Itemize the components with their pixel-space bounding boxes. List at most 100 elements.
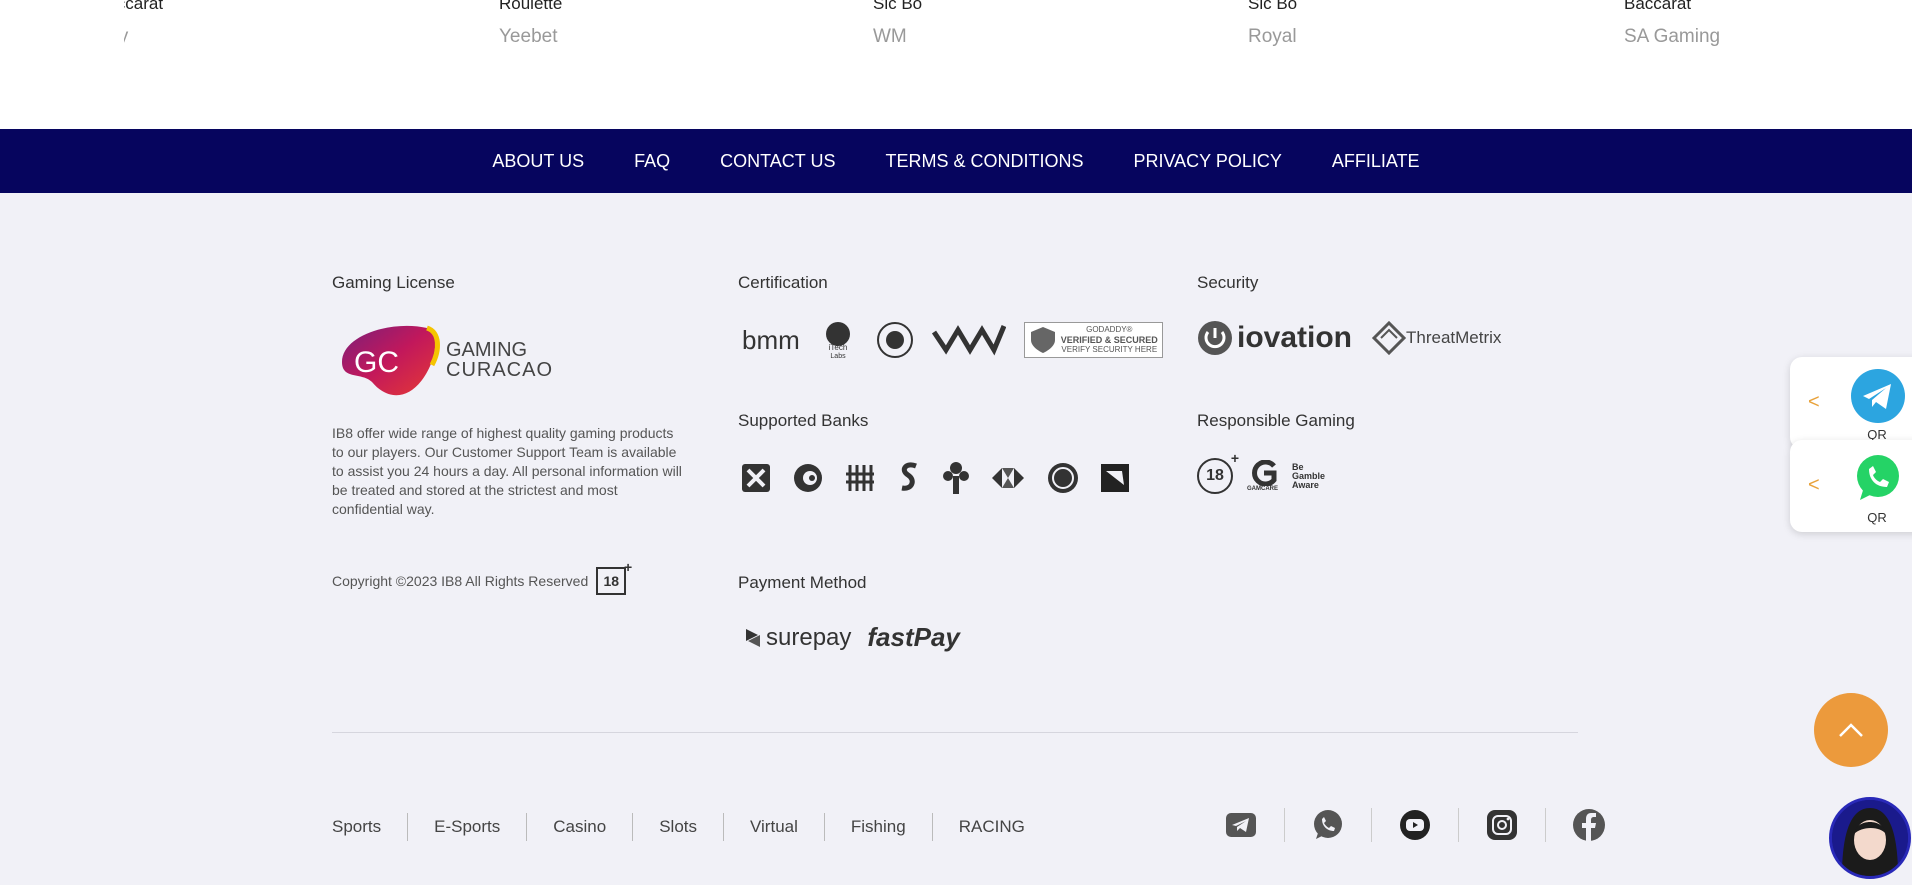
threatmetrix-logo[interactable]: ThreatMetrix [1372,321,1501,355]
nav-terms[interactable]: TERMS & CONDITIONS [885,151,1083,172]
product-esports[interactable]: E-Sports [407,813,526,841]
nav-contact-us[interactable]: CONTACT US [720,151,835,172]
qr-label: QR [1867,510,1887,525]
facebook-link[interactable] [1545,808,1632,842]
whatsapp-qr-tab[interactable]: < QR [1790,440,1912,532]
itech-labs-icon[interactable]: iTech Labs [818,320,858,360]
gaming-curacao-logo[interactable]: GC GAMING CURACAO [332,320,553,400]
bank-seal-icon[interactable] [1046,461,1080,495]
bank-bars-icon[interactable] [844,462,876,494]
product-fishing[interactable]: Fishing [823,813,932,841]
product-slots[interactable]: Slots [632,813,723,841]
begambleaware-logo[interactable]: Be Gamble Aware [1292,462,1332,490]
age-18-badge: 18 [596,559,632,595]
game-provider: SA Gaming [1624,26,1721,47]
game-item[interactable]: Baccarat SA Gaming [1624,0,1720,48]
support-agent-avatar-icon [1832,800,1908,876]
game-name: Baccarat [124,0,164,13]
game-provider: Royal [1248,26,1297,47]
game-item[interactable]: Baccarat Sexy [124,0,204,48]
svg-text:iTech: iTech [828,343,847,352]
bank-x-icon[interactable] [740,462,772,494]
facebook-icon [1573,809,1605,841]
game-name: Roulette [499,0,563,13]
svg-text:GC: GC [354,346,399,379]
youtube-link[interactable] [1371,808,1458,842]
bank-logos [740,460,1130,496]
youtube-icon [1400,810,1430,840]
surepay-logo[interactable]: surepay [742,624,851,652]
license-description: IB8 offer wide range of highest quality … [332,425,682,517]
telegram-icon [1226,813,1256,837]
security-logos: iovation ThreatMetrix [1197,320,1501,356]
telegram-qr-tab[interactable]: < QR [1790,357,1912,449]
game-name: Sic Bo [1248,0,1298,13]
game-item[interactable]: Sic Bo WM [873,0,922,48]
godaddy-line1: GODADDY® [1086,325,1133,334]
nav-about-us[interactable]: ABOUT US [492,151,584,172]
gamcare-text: GAMCARE [1247,486,1278,492]
threatmetrix-text: ThreatMetrix [1406,328,1502,347]
chevron-up-icon [1839,723,1863,737]
product-casino[interactable]: Casino [526,813,632,841]
bank-key-icon[interactable] [942,460,970,496]
gaming-license-title: Gaming License [332,273,455,292]
nav-privacy[interactable]: PRIVACY POLICY [1133,151,1281,172]
telegram-link[interactable] [1198,808,1284,842]
iovation-text: iovation [1237,321,1353,354]
curacao-line1: GAMING [446,339,528,361]
product-nav: Sports E-Sports Casino Slots Virtual Fis… [332,813,1051,841]
responsible-gaming-title: Responsible Gaming [1197,411,1355,430]
certification-logos: bmm iTech Labs GODADDY® VERIFIED & SECUR… [742,320,1163,360]
social-links [1198,808,1632,842]
bank-hsbc-icon[interactable] [990,466,1026,490]
bank-flag-icon[interactable] [1100,463,1130,493]
certification-title: Certification [738,273,828,292]
game-provider: WM [873,26,907,47]
instagram-link[interactable] [1458,808,1545,842]
product-virtual[interactable]: Virtual [723,813,824,841]
bmm-logo[interactable]: bmm [742,325,800,356]
iovation-logo[interactable]: iovation [1197,320,1352,356]
whatsapp-icon [1314,810,1342,839]
responsible-logos: 18 + GAMCARE Be Gamble Aware [1197,450,1332,494]
payment-logos: surepay fastPay [742,622,960,653]
game-item[interactable]: Roulette Yeebet [499,0,562,48]
gli-seal-icon[interactable] [876,321,914,359]
game-provider: Yeebet [499,26,558,47]
scroll-to-top-button[interactable] [1814,693,1888,767]
live-chat-avatar[interactable] [1829,797,1911,879]
instagram-icon [1487,810,1517,840]
game-name: Sic Bo [873,0,923,13]
footer-nav: ABOUT US FAQ CONTACT US TERMS & CONDITIO… [0,129,1912,193]
bank-swirl-icon[interactable] [792,462,824,494]
nav-faq[interactable]: FAQ [634,151,670,172]
power-icon [1198,321,1232,355]
bank-s-icon[interactable] [896,460,922,496]
whatsapp-link[interactable] [1284,808,1371,842]
game-name: Baccarat [1624,0,1692,13]
age-18-icon[interactable]: 18 + [1197,450,1239,494]
godaddy-badge[interactable]: GODADDY® VERIFIED & SECURED VERIFY SECUR… [1023,322,1163,358]
payment-method-title: Payment Method [738,573,867,592]
product-sports[interactable]: Sports [332,813,407,841]
age-18-text: 18 [1206,467,1224,484]
chevron-left-icon: < [1808,391,1820,413]
chevron-left-icon: < [1808,474,1820,496]
nav-affiliate[interactable]: AFFILIATE [1332,151,1420,172]
wave-logo-icon[interactable] [931,322,1006,358]
gamcare-logo[interactable]: GAMCARE [1247,460,1278,492]
telegram-icon [1851,369,1905,423]
game-provider: Sexy [124,26,184,48]
footer-divider [332,732,1578,733]
shield-icon [1030,327,1055,353]
whatsapp-icon [1857,455,1899,500]
supported-banks-title: Supported Banks [738,411,869,430]
game-item[interactable]: Sic Bo Royal [1248,0,1297,48]
copyright: Copyright ©2023 IB8 All Rights Reserved … [332,559,632,595]
surepay-text: surepay [766,623,852,651]
fastpay-logo[interactable]: fastPay [867,622,960,653]
surepay-icon [746,628,760,647]
copyright-text: Copyright ©2023 IB8 All Rights Reserved [332,573,589,589]
product-racing[interactable]: RACING [931,813,1051,841]
